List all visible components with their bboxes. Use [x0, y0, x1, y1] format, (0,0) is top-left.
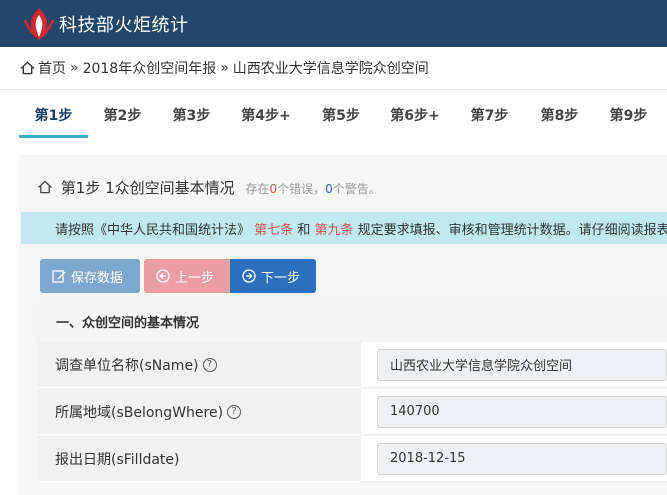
validation-summary: 存在0个错误，0个警告。 [245, 182, 381, 196]
tab-step-5[interactable]: 第5步 [306, 91, 376, 138]
tab-step-8[interactable]: 第8步 [525, 91, 594, 138]
article-nine: 第九条 [314, 222, 354, 238]
breadcrumb: 首页 » 2018年众创空间年报 » 山西农业大学信息学院众创空间 [0, 47, 667, 90]
field-label: 调查单位名称(sName)? [38, 342, 361, 388]
home-icon [20, 61, 35, 75]
article-seven: 第七条 [254, 222, 294, 238]
app-title: 科技部火炬统计 [59, 14, 189, 36]
top-bar: 科技部火炬统计 [0, 0, 667, 47]
field-row-region: 所属地域(sBelongWhere)? 140700 [38, 389, 667, 435]
region-code-field[interactable]: 140700 [377, 395, 667, 428]
help-icon[interactable]: ? [227, 404, 242, 419]
home-icon [38, 180, 52, 194]
save-button[interactable]: 保存数据 [40, 259, 140, 293]
field-row-name: 调查单位名称(sName)? 山西农业大学信息学院众创空间 [38, 342, 667, 388]
tab-step-9[interactable]: 第9步 [594, 91, 663, 138]
section-title: 一、众创空间的基本情况 [38, 300, 667, 342]
tab-step-3[interactable]: 第3步 [157, 91, 226, 138]
warning-count: 0 [325, 182, 333, 196]
unit-name-field[interactable]: 山西农业大学信息学院众创空间 [377, 348, 667, 381]
torch-logo-icon [22, 6, 56, 42]
field-label: 所属地域(sBelongWhere)? [38, 389, 361, 435]
next-step-button[interactable]: 下一步 [230, 259, 316, 293]
breadcrumb-report-link[interactable]: 2018年众创空间年报 [83, 58, 217, 78]
action-buttons: 保存数据 上一步 下一步 [40, 259, 316, 293]
tab-step-4[interactable]: 第4步+ [226, 91, 306, 138]
help-icon[interactable]: ? [202, 357, 217, 372]
step-tabs: 第1步 第2步 第3步 第4步+ 第5步 第6步+ 第7步 第8步 第9步 [0, 91, 667, 138]
error-count: 0 [269, 182, 278, 196]
tab-step-1[interactable]: 第1步 [19, 91, 88, 138]
breadcrumb-current: 山西农业大学信息学院众创空间 [232, 61, 429, 77]
circle-arrow-left-icon [156, 269, 170, 283]
breadcrumb-separator: » [70, 60, 79, 76]
circle-arrow-right-icon [242, 269, 256, 283]
breadcrumb-home-link[interactable]: 首页 [38, 58, 66, 78]
panel-title-text: 第1步 1众创空间基本情况 [60, 179, 235, 197]
statistics-law-notice: 请按照《中华人民共和国统计法》 第七条 和 第九条 规定要求填报、审核和管理统计… [21, 212, 667, 244]
edit-icon [52, 270, 66, 283]
previous-step-button[interactable]: 上一步 [144, 259, 230, 293]
breadcrumb-separator: » [220, 60, 229, 76]
tab-step-7[interactable]: 第7步 [454, 91, 525, 138]
tab-step-6[interactable]: 第6步+ [376, 91, 454, 138]
tab-step-2[interactable]: 第2步 [88, 91, 157, 138]
panel-title: 第1步 1众创空间基本情况 存在0个错误，0个警告。 [37, 177, 381, 198]
fill-date-field[interactable]: 2018-12-15 [377, 442, 667, 475]
field-label: 报出日期(sFilldate) [38, 436, 361, 482]
field-row-date: 报出日期(sFilldate) 2018-12-15 [38, 436, 667, 482]
